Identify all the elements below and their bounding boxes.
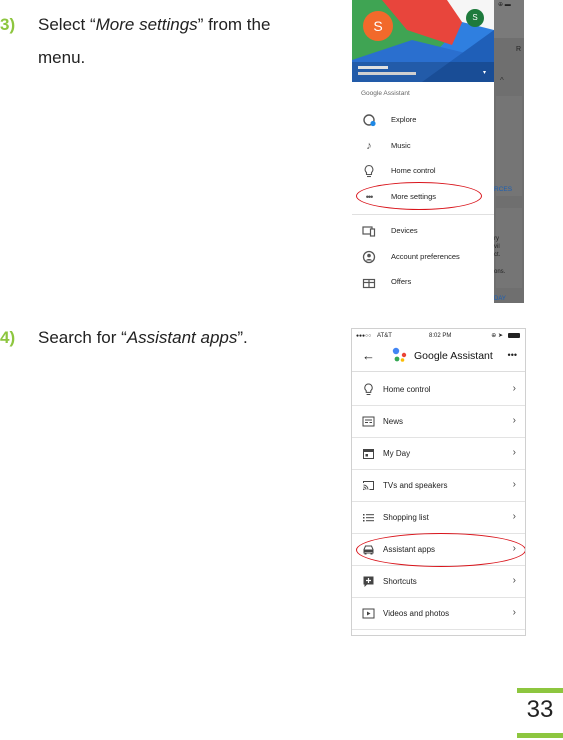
battery-icon: [508, 333, 520, 338]
settings-row-label: Home control: [383, 385, 431, 394]
step-instruction: Search for “Assistant apps”.: [38, 328, 248, 347]
settings-row-shopping-list[interactable]: Shopping list ›: [352, 502, 525, 534]
menu-item-home-control[interactable]: Home control: [352, 159, 494, 183]
menu-item-offers[interactable]: Offers: [352, 270, 494, 294]
menu-item-label: Explore: [391, 115, 417, 124]
newspaper-icon: [362, 415, 375, 428]
gift-icon: [362, 275, 376, 289]
music-note-icon: ♪: [366, 140, 372, 152]
menu-item-music[interactable]: ♪ Music: [352, 134, 494, 158]
background-text: ons.: [494, 269, 506, 275]
cast-icon: [362, 479, 375, 492]
car-icon: [362, 543, 375, 556]
menu-item-label: Home control: [391, 166, 436, 175]
settings-row-shortcuts[interactable]: Shortcuts ›: [352, 566, 525, 598]
settings-row-home-control[interactable]: Home control ›: [352, 374, 525, 406]
settings-row-label: News: [383, 417, 404, 426]
settings-row-label: My Day: [383, 449, 411, 458]
page-number-top-bar: [517, 688, 563, 693]
menu-item-account-preferences[interactable]: Account preferences: [352, 245, 494, 269]
settings-row-label: Shopping list: [383, 513, 429, 522]
background-text: DAY: [494, 296, 506, 302]
settings-row-label: Assistant apps: [383, 545, 436, 554]
menu-item-label: More settings: [391, 192, 437, 201]
video-icon: [362, 607, 375, 620]
settings-row-label: Shortcuts: [383, 577, 417, 586]
menu-item-label: Devices: [391, 226, 418, 235]
settings-screenshot: ●●●○○ AT&T 8:02 PM ⊕ ➤ ← Google Assistan…: [351, 328, 526, 636]
background-text: ct.: [494, 252, 501, 258]
status-bar: ●●●○○ AT&T 8:02 PM ⊕ ➤: [352, 329, 525, 343]
lightbulb-icon: [362, 383, 375, 396]
side-menu-screenshot: ▾ S S Google Assistant Explore ♪ Music H…: [352, 0, 524, 303]
back-arrow-icon[interactable]: ←: [362, 348, 375, 364]
avatar[interactable]: S: [363, 11, 393, 41]
background-status-icons: ⊕ ▬: [498, 2, 511, 8]
carrier-label: AT&T: [377, 333, 392, 339]
signal-icon: ●●●○○: [356, 333, 372, 339]
dimmed-background-app: ⊕ ▬ R ^ RCES ry vil ct. ons. DAY: [494, 0, 524, 303]
chevron-right-icon: ›: [512, 511, 516, 522]
chevron-right-icon: ›: [512, 415, 516, 426]
settings-row-tvs-and-speakers[interactable]: TVs and speakers ›: [352, 470, 525, 502]
background-text: vil: [494, 244, 500, 250]
settings-row-news[interactable]: News ›: [352, 406, 525, 438]
section-label: Google Assistant: [361, 90, 410, 97]
compass-icon: [362, 113, 376, 127]
account-icon: [362, 250, 376, 264]
shortcut-icon: [362, 575, 375, 588]
lightbulb-icon: [362, 164, 376, 178]
background-text: ry: [494, 236, 499, 242]
step-instruction-line2: menu.: [38, 48, 86, 67]
menu-item-explore[interactable]: Explore: [352, 108, 494, 132]
background-text: RCES: [494, 186, 513, 193]
status-icons: ⊕ ➤: [491, 333, 503, 339]
background-chevron: ^: [500, 76, 504, 85]
settings-row-label: Videos and photos: [383, 609, 450, 618]
step-number: 3): [0, 15, 16, 34]
settings-row-label: TVs and speakers: [383, 481, 448, 490]
page-number: 33: [526, 696, 554, 723]
app-bar: ← Google Assistant •••: [352, 343, 525, 372]
chevron-right-icon: ›: [512, 543, 516, 554]
devices-icon: [362, 224, 376, 238]
secondary-avatar[interactable]: S: [466, 9, 484, 27]
svg-text:▾: ▾: [483, 69, 486, 76]
settings-row-videos-and-photos[interactable]: Videos and photos ›: [352, 598, 525, 630]
google-assistant-logo-icon: [392, 347, 407, 362]
menu-item-label: Offers: [391, 277, 412, 286]
background-text: R: [516, 46, 522, 53]
settings-row-my-day[interactable]: My Day ›: [352, 438, 525, 470]
app-title: Google Assistant: [414, 350, 493, 362]
chevron-right-icon: ›: [512, 607, 516, 618]
chevron-right-icon: ›: [512, 575, 516, 586]
menu-item-more-settings[interactable]: ••• More settings: [352, 185, 494, 209]
menu-item-devices[interactable]: Devices: [352, 219, 494, 243]
account-header: ▾ S S: [352, 0, 494, 82]
overflow-menu-icon[interactable]: •••: [508, 348, 517, 362]
more-dots-icon: •••: [365, 192, 373, 202]
navigation-menu: Google Assistant Explore ♪ Music Home co…: [352, 82, 494, 303]
list-icon: [362, 511, 375, 524]
step-instruction: Select “More settings” from the: [38, 15, 271, 34]
chevron-right-icon: ›: [512, 479, 516, 490]
menu-item-label: Account preferences: [391, 252, 460, 261]
chevron-right-icon: ›: [512, 447, 516, 458]
page-number-bottom-bar: [517, 733, 563, 738]
divider: [352, 214, 494, 215]
step-number: 4): [0, 328, 16, 347]
calendar-icon: [362, 447, 375, 460]
menu-item-label: Music: [391, 141, 411, 150]
time-label: 8:02 PM: [429, 333, 452, 339]
settings-row-assistant-apps[interactable]: Assistant apps ›: [352, 534, 525, 566]
chevron-right-icon: ›: [512, 383, 516, 394]
